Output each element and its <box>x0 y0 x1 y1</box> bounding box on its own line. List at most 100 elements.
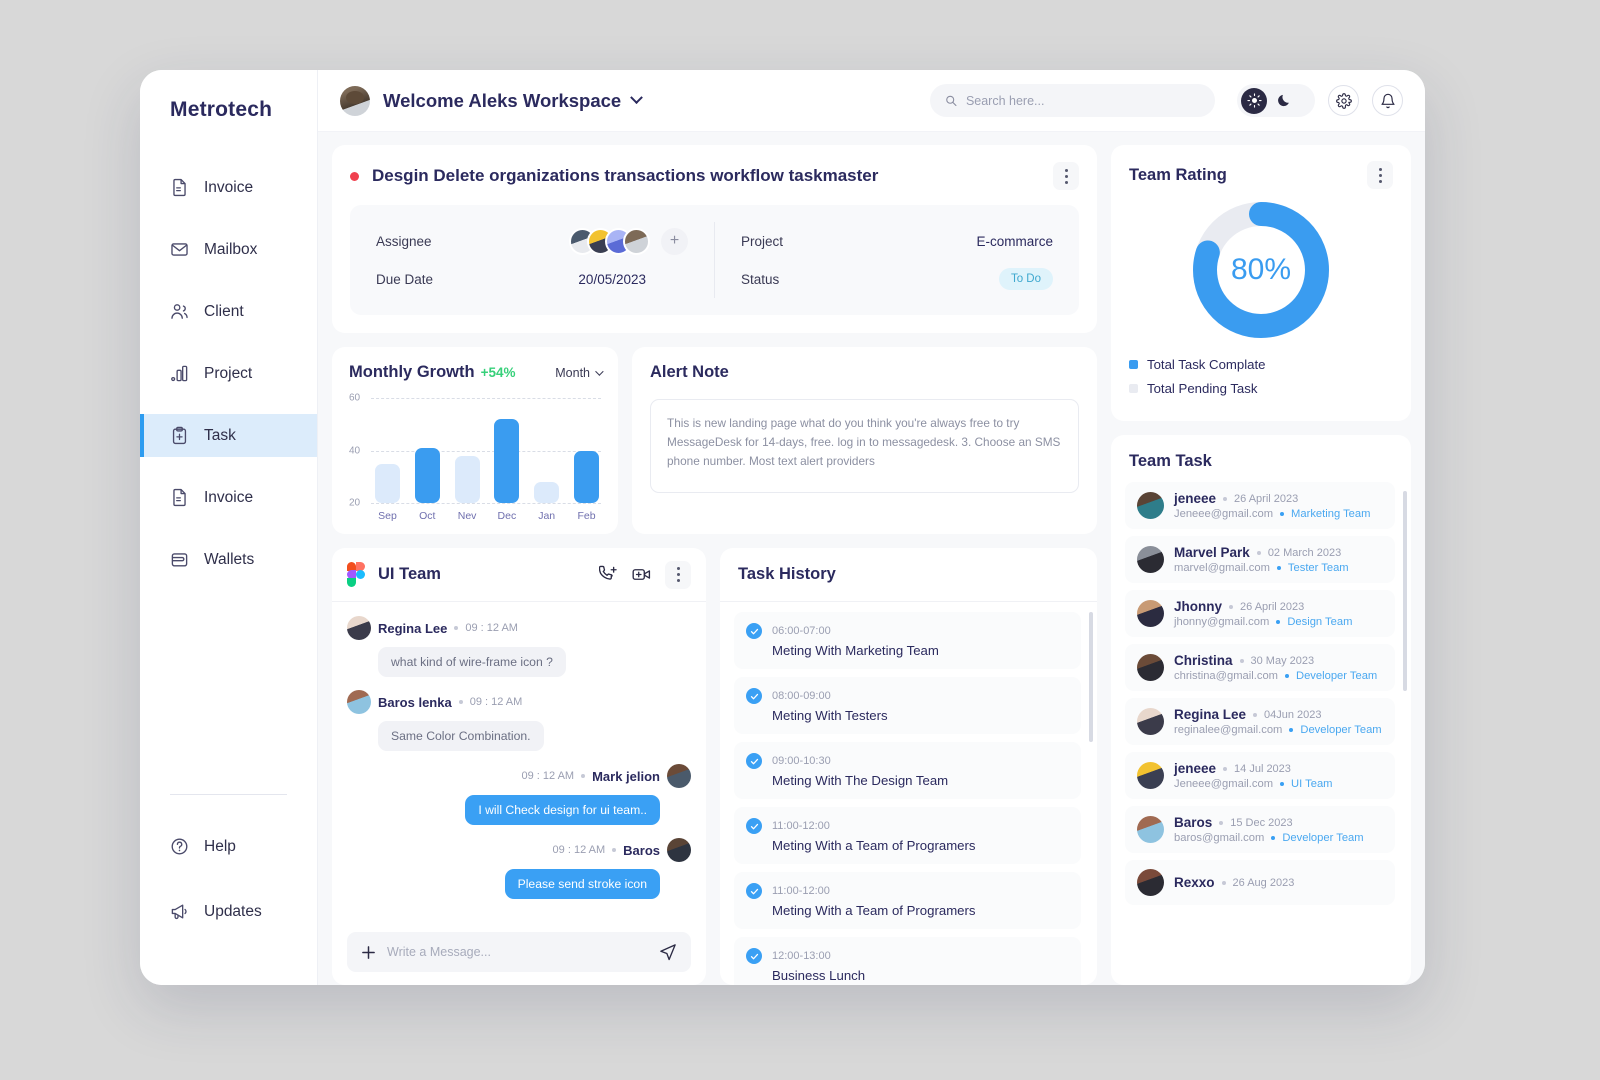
status-dot-icon <box>350 171 359 181</box>
growth-title: Monthly Growth <box>349 363 475 381</box>
separator-dot <box>1239 658 1244 663</box>
sidebar-item-updates[interactable]: Updates <box>140 890 317 933</box>
team-task-identity: Christina 30 May 2023 <box>1174 653 1377 668</box>
sidebar-item-label: Mailbox <box>204 240 258 258</box>
team-rating-menu-button[interactable] <box>1367 161 1393 189</box>
y-axis-tick: 20 <box>349 497 361 509</box>
task-history-header: Task History <box>720 548 1097 602</box>
send-icon[interactable] <box>659 943 677 961</box>
add-assignee-button[interactable]: + <box>661 227 688 255</box>
task-history-item[interactable]: 12:00-13:00 Business Lunch <box>734 937 1081 985</box>
due-date-value: 20/05/2023 <box>578 271 646 287</box>
chart-bar <box>573 450 599 503</box>
avatar <box>1137 654 1164 681</box>
sidebar-item-invoice[interactable]: Invoice <box>140 166 317 209</box>
separator-dot <box>1276 566 1281 570</box>
sidebar-item-label: Help <box>204 837 236 855</box>
team-task-item[interactable]: Jhonny 26 April 2023 jhonny@gmail.com Desig… <box>1125 590 1395 637</box>
sidebar-item-task[interactable]: Task <box>140 414 317 457</box>
growth-alert-row: Monthly Growth +54% Month 20 40 60 Sep Oct N… <box>332 347 1097 534</box>
workspace-title: Welcome Aleks Workspace <box>383 89 622 111</box>
gear-icon <box>1335 92 1352 109</box>
history-label: Meting With a Team of Programers <box>772 838 976 853</box>
task-history-item[interactable]: 08:00-09:00 Meting With Testers <box>734 677 1081 734</box>
team-task-item[interactable]: jeneee 26 April 2023 Jeneee@gmail.com Marke… <box>1125 482 1395 529</box>
growth-period-selector[interactable]: Month <box>555 366 604 380</box>
task-history-item[interactable]: 11:00-12:00 Meting With a Team of Program… <box>734 807 1081 864</box>
check-icon <box>746 818 762 834</box>
team-task-identity: jeneee 14 Jul 2023 <box>1174 761 1333 776</box>
task-card-menu-button[interactable] <box>1053 162 1079 190</box>
growth-period-label: Month <box>555 366 590 380</box>
chat-title: UI Team <box>378 565 441 583</box>
project-label: Project <box>741 233 784 249</box>
sidebar-item-invoice-2[interactable]: Invoice <box>140 476 317 519</box>
sidebar-item-label: Updates <box>204 902 262 920</box>
team-task-item[interactable]: jeneee 14 Jul 2023 Jeneee@gmail.com UI Team <box>1125 752 1395 799</box>
growth-percent: +54% <box>480 365 516 380</box>
task-history-item[interactable]: 09:00-10:30 Meting With The Design Team <box>734 742 1081 799</box>
message-header: 09 : 12 AM Mark jelion <box>347 764 691 788</box>
team-task-item[interactable]: Rexxo 26 Aug 2023 <box>1125 860 1395 905</box>
x-axis-label: Oct <box>419 510 436 522</box>
search-box[interactable] <box>930 84 1215 117</box>
search-input[interactable] <box>965 93 1200 108</box>
member-name: Regina Lee <box>1174 707 1247 722</box>
message-input[interactable] <box>387 945 648 959</box>
task-history-scrollbar[interactable] <box>1089 612 1093 742</box>
team-task-identity: jeneee 26 April 2023 <box>1174 491 1370 506</box>
sidebar-item-wallets[interactable]: Wallets <box>140 538 317 581</box>
workspace-chevron-down-icon[interactable] <box>630 91 644 105</box>
team-task-item[interactable]: Christina 30 May 2023 christina@gmail.com D… <box>1125 644 1395 691</box>
chat-header: UI Team <box>332 548 706 602</box>
chart-bar <box>494 419 520 503</box>
chat-menu-button[interactable] <box>665 560 691 589</box>
dark-mode-button[interactable] <box>1271 88 1297 114</box>
team-task-item[interactable]: Baros 15 Dec 2023 baros@gmail.com Developer… <box>1125 806 1395 853</box>
task-history-item[interactable]: 06:00-07:00 Meting With Marketing Team <box>734 612 1081 669</box>
chat-input-bar[interactable] <box>347 932 691 972</box>
avatar <box>1137 816 1164 843</box>
team-task-identity: Regina Lee 04Jun 2023 <box>1174 707 1382 722</box>
history-label: Meting With Testers <box>772 708 888 723</box>
wallet-icon <box>170 550 189 569</box>
team-task-item[interactable]: Marvel Park 02 March 2023 marvel@gmail.com… <box>1125 536 1395 583</box>
sidebar: Metrotech Invoice Mailbox Client Project Tas… <box>140 70 318 985</box>
team-rating-header: Team Rating <box>1129 161 1393 189</box>
sidebar-item-project[interactable]: Project <box>140 352 317 395</box>
member-team: Marketing Team <box>1291 508 1371 520</box>
message-bubble: Please send stroke icon <box>504 869 660 899</box>
legend-label: Total Task Complate <box>1147 357 1266 372</box>
light-mode-button[interactable] <box>1241 87 1267 114</box>
team-task-meta: marvel@gmail.com Tester Team <box>1174 562 1349 574</box>
task-history-item[interactable]: 11:00-12:00 Meting With a Team of Program… <box>734 872 1081 929</box>
add-video-call-icon[interactable] <box>631 565 652 584</box>
chart-bar <box>534 482 560 503</box>
notifications-button[interactable] <box>1372 85 1403 116</box>
clipboard-icon <box>170 426 189 445</box>
chat-message: Baros lenka 09 : 12 AM Same Color Combinat… <box>347 690 691 751</box>
member-date: 15 Dec 2023 <box>1230 816 1293 829</box>
member-email: Jeneee@gmail.com <box>1174 508 1274 520</box>
task-summary-right: Project E-commarce Status To Do <box>715 222 1079 298</box>
team-task-scrollbar[interactable] <box>1403 491 1407 691</box>
sidebar-item-mailbox[interactable]: Mailbox <box>140 228 317 271</box>
message-sender: Baros <box>623 842 660 858</box>
member-team: Developer Team <box>1296 670 1378 682</box>
attach-plus-icon[interactable] <box>361 945 376 960</box>
team-task-meta: Jeneee@gmail.com UI Team <box>1174 778 1333 790</box>
sidebar-item-label: Invoice <box>204 178 254 196</box>
team-task-item[interactable]: Regina Lee 04Jun 2023 reginalee@gmail.com D… <box>1125 698 1395 745</box>
sidebar-item-help[interactable]: Help <box>140 825 317 868</box>
app-window: Metrotech Invoice Mailbox Client Project Tas… <box>140 70 1425 985</box>
question-circle-icon <box>170 837 189 856</box>
growth-bar-chart: 20 40 60 <box>349 393 601 509</box>
separator-dot <box>1221 880 1226 885</box>
main-area: Welcome Aleks Workspace Search here... D… <box>318 70 1425 985</box>
settings-button[interactable] <box>1328 85 1359 116</box>
history-time: 09:00-10:30 <box>772 755 831 767</box>
separator-dot <box>581 774 586 778</box>
add-call-icon[interactable] <box>599 565 618 584</box>
theme-toggle[interactable] <box>1237 84 1315 117</box>
sidebar-item-client[interactable]: Client <box>140 290 317 333</box>
